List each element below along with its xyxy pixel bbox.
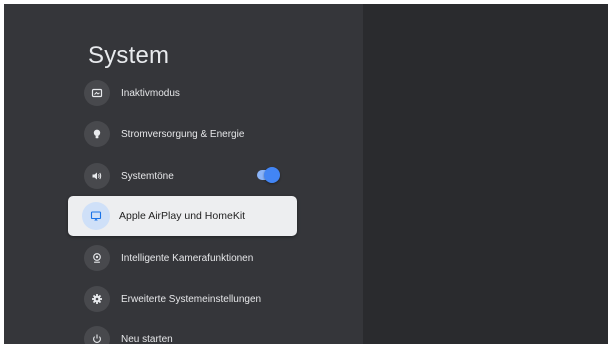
webcam-icon [84,245,110,271]
menu-item-label: Stromversorgung & Energie [121,128,245,140]
speaker-icon [84,163,110,189]
menu-item-erweiterte-einstellungen[interactable]: Erweiterte Systemeinstellungen [68,279,297,319]
menu-item-label: Erweiterte Systemeinstellungen [121,293,262,305]
menu-item-label: Systemtöne [121,170,174,182]
menu-item-label: Apple AirPlay und HomeKit [119,210,246,222]
settings-panel: System Inaktivmodus Stromversorgung & En… [4,4,363,344]
menu-item-stromversorgung[interactable]: Stromversorgung & Energie [68,114,297,154]
menu-item-systemtoene[interactable]: Systemtöne [68,156,297,196]
airplay-icon [82,202,110,230]
page-title: System [88,42,170,69]
tv-screen: System Inaktivmodus Stromversorgung & En… [4,4,608,344]
bulb-icon [84,121,110,147]
toggle-knob [264,167,280,183]
screen-icon [84,80,110,106]
menu-item-label: Neu starten [121,333,173,345]
system-sounds-toggle[interactable] [257,167,280,183]
menu-item-label: Inaktivmodus [121,87,180,99]
power-icon [84,326,110,344]
menu-item-kamerafunktionen[interactable]: Intelligente Kamerafunktionen [68,238,297,278]
cog-icon [84,286,110,312]
menu-item-inaktivmodus[interactable]: Inaktivmodus [68,73,297,113]
menu-item-neu-starten[interactable]: Neu starten [68,319,297,344]
menu-item-label: Intelligente Kamerafunktionen [121,252,254,264]
menu-item-airplay-homekit[interactable]: Apple AirPlay und HomeKit [68,196,297,236]
